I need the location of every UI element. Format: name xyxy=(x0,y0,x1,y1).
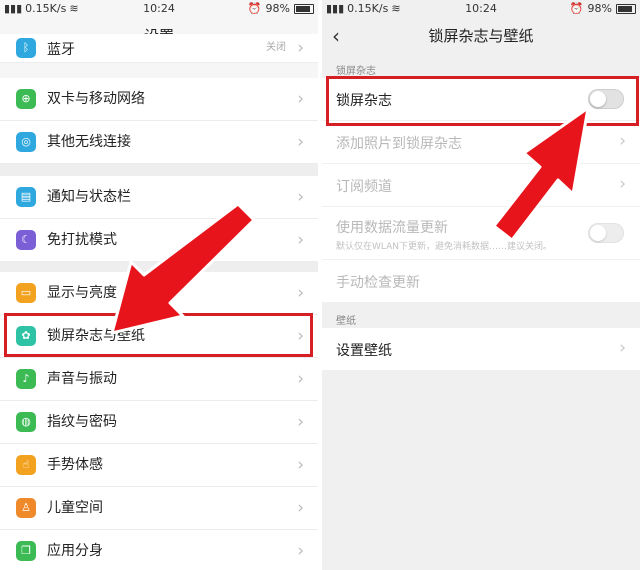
pointer-arrow xyxy=(492,106,590,242)
pointer-arrow xyxy=(110,202,256,335)
lockscreen-settings-screen: ▮▮▮ 0.15K/s ≋ 10:24 ⏰ 98% ‹ 锁屏杂志与壁纸 锁屏杂志 锁屏… xyxy=(322,0,640,570)
settings-screen: ▮▮▮0.15K/s≋ 10:24 ⏰98% 设置 ᛒ 蓝牙 关闭 › ⊕ 双卡… xyxy=(0,0,318,570)
